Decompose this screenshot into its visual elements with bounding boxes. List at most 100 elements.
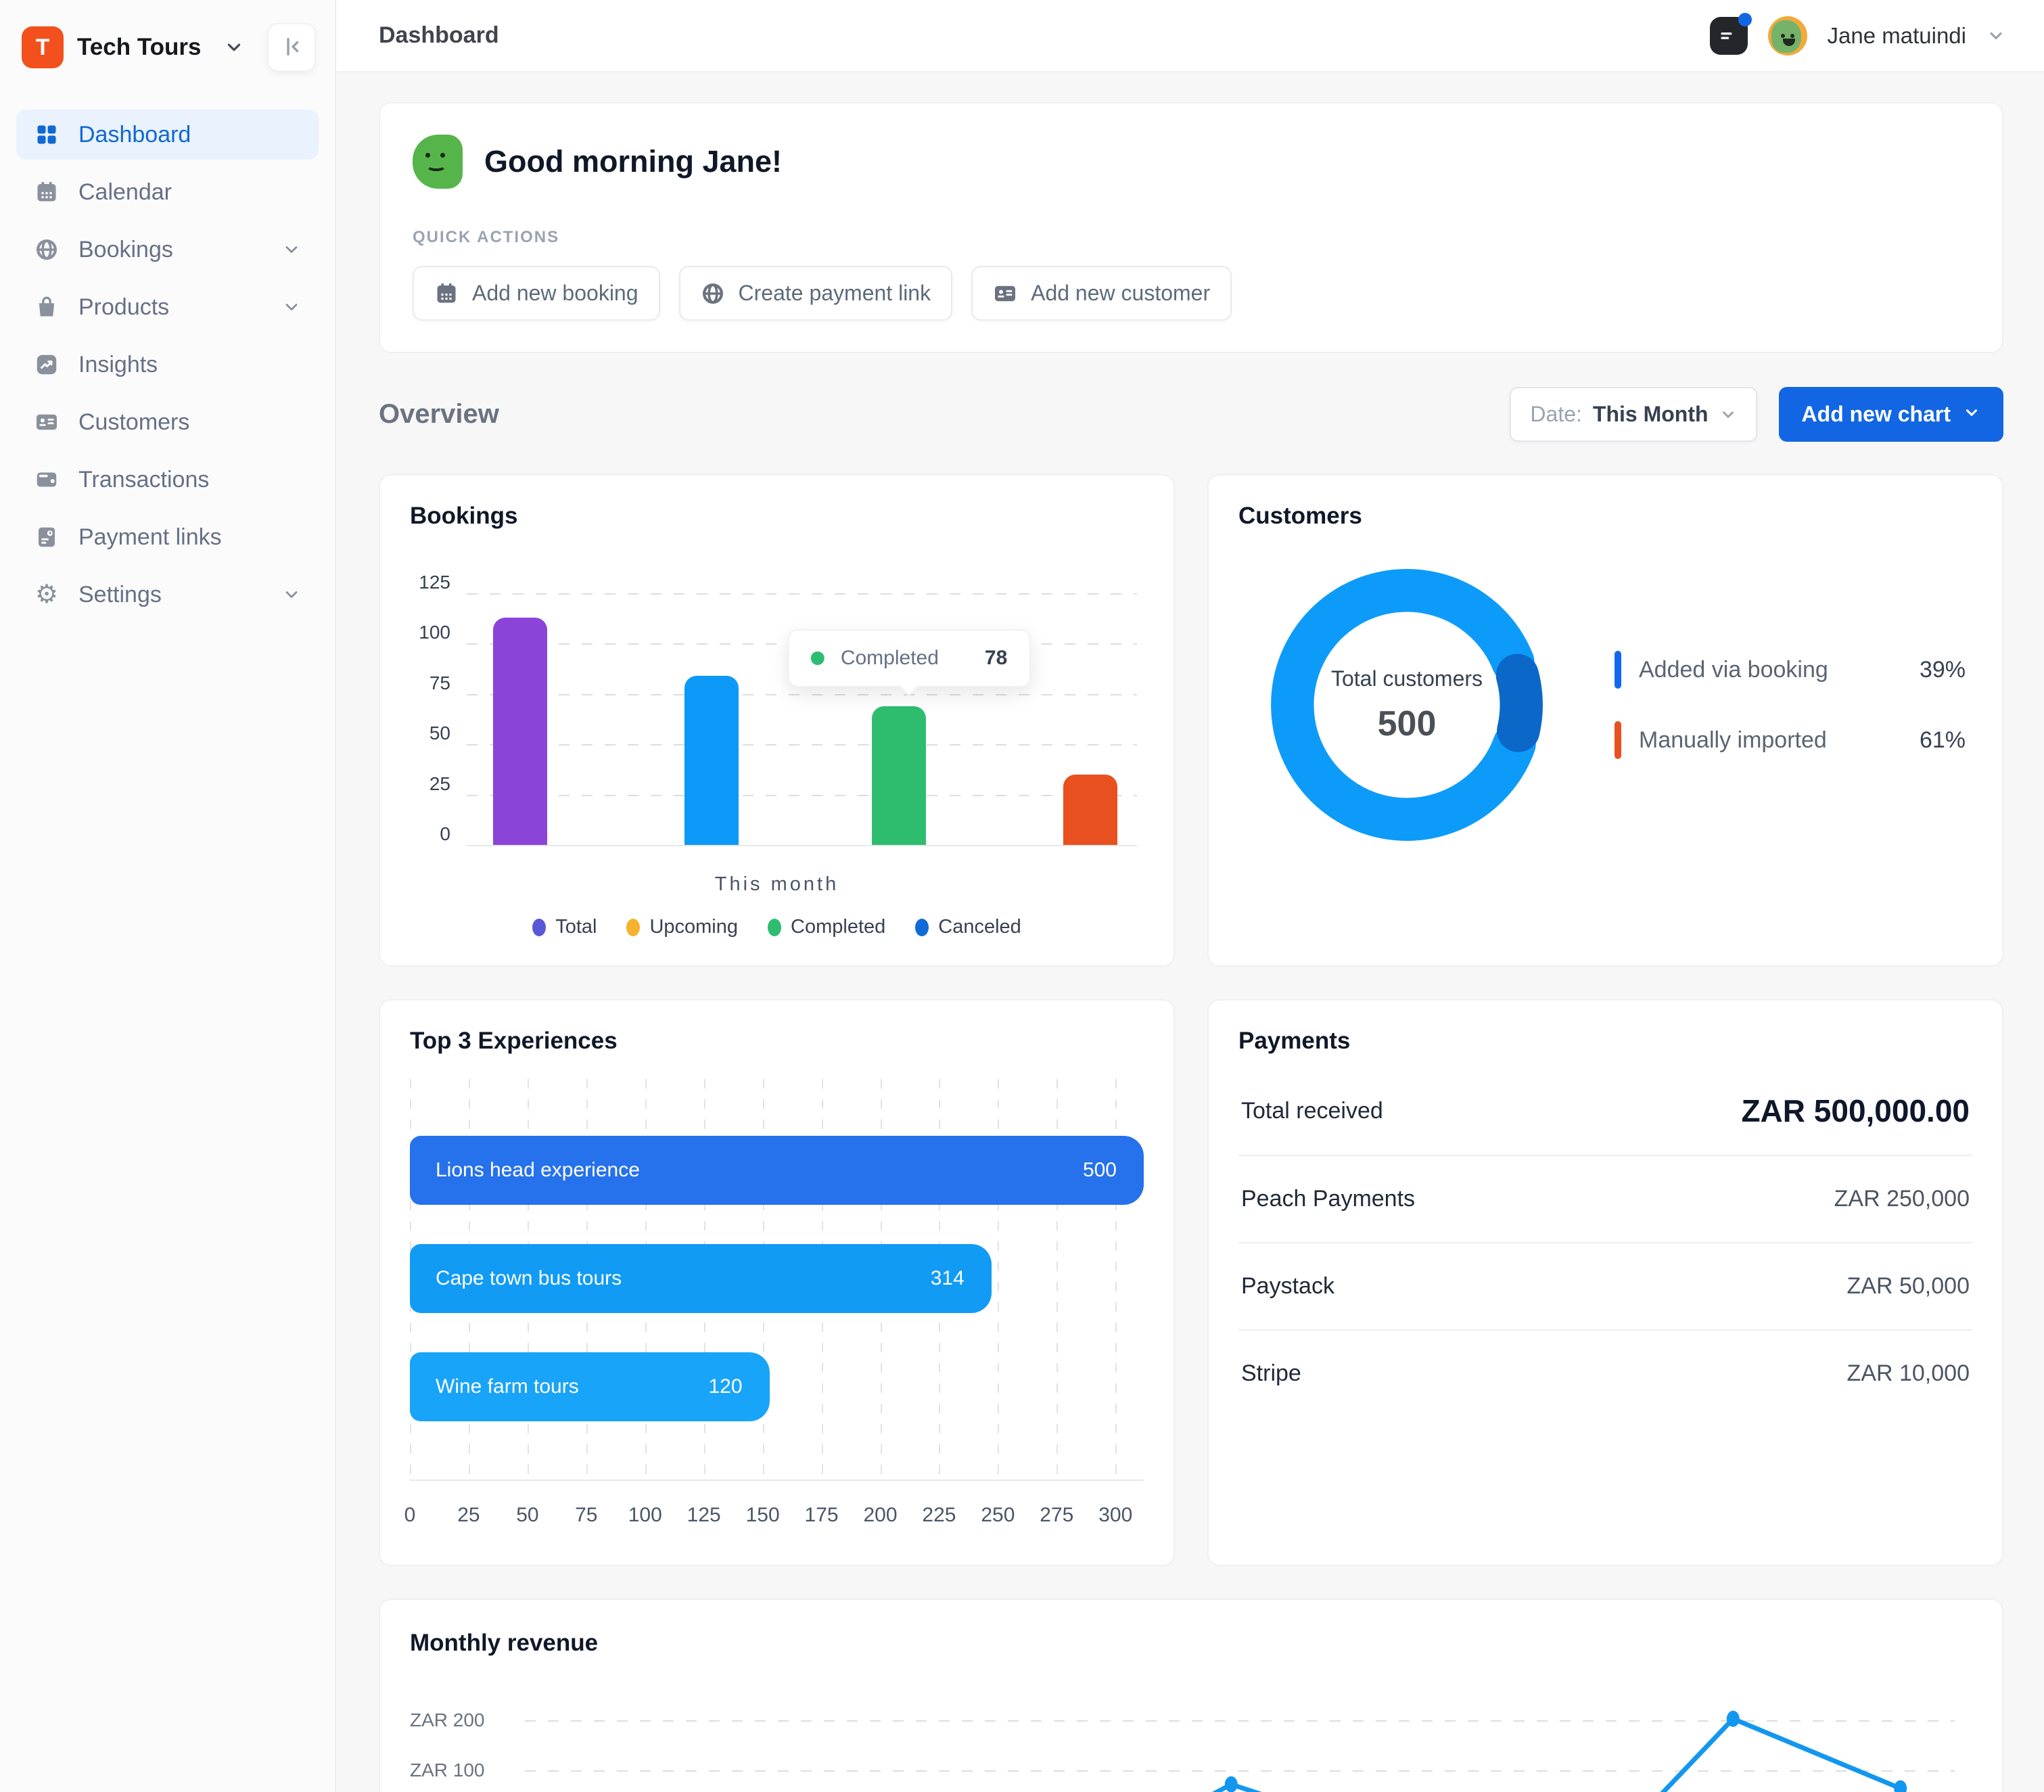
legend-value: 61% [1920,727,1966,754]
bookings-bar-completed[interactable] [872,706,926,845]
experience-bar-lions-head-experience[interactable]: Lions head experience500 [410,1136,1144,1205]
x-axis-tick-label: 275 [1040,1504,1073,1527]
x-axis-tick-label: 200 [863,1504,897,1527]
x-axis-tick-label: 50 [516,1504,538,1527]
workspace-switcher[interactable]: T Tech Tours [16,18,319,77]
monthly-revenue-title: Monthly revenue [410,1630,1972,1657]
quick-actions: Add new booking Create payment link Add ne… [413,266,1970,321]
brand-logo: T [22,26,64,68]
x-axis-tick-label: 300 [1098,1504,1132,1527]
customers-chart-card: Customers Total customers 500 Added via … [1207,474,2003,967]
sidebar-item-label: Payment links [78,524,222,551]
idcard-icon [34,409,60,435]
sidebar-item-label: Dashboard [78,122,191,148]
bookings-bar-upcoming[interactable] [684,676,739,845]
sidebar-collapse-button[interactable] [267,23,316,72]
brand-name: Tech Tours [77,34,201,61]
x-axis-tick-label: 25 [457,1504,480,1527]
calendar-icon [434,281,459,306]
sidebar-item-payment-links[interactable]: Payment links [16,512,319,562]
sidebar-item-dashboard[interactable]: Dashboard [16,110,319,160]
notification-dot [1738,13,1752,26]
x-axis-tick-label: 75 [575,1504,597,1527]
payments-card: Payments Total receivedZAR 500,000.00Pea… [1207,999,2003,1566]
idcard-icon [993,281,1017,306]
experience-bar-wine-farm-tours[interactable]: Wine farm tours 120 [410,1352,770,1421]
sidebar-item-label: Customers [78,409,189,436]
y-axis-tick-label: ZAR 100 [410,1760,505,1781]
top-experiences-title: Top 3 Experiences [410,1028,1144,1055]
x-axis-tick-label: 100 [628,1504,662,1527]
payment-row-total-received: Total receivedZAR 500,000.00 [1238,1067,1972,1156]
x-axis-tick-label: 250 [981,1504,1015,1527]
sidebar-item-label: Transactions [78,467,209,493]
chart-tooltip: Completed 78 [788,629,1030,687]
greeting-title: Good morning Jane! [484,144,782,179]
legend-item-total: Total [532,916,597,938]
collapse-panel-icon [280,35,303,60]
smiley-icon [413,135,463,189]
sidebar-item-label: Settings [78,582,162,608]
x-axis-tick-label: 125 [687,1504,721,1527]
legend-label: Added via booking [1639,657,1828,683]
sidebar-item-customers[interactable]: Customers [16,397,319,447]
date-filter-prefix: Date: [1530,402,1581,427]
chevron-down-icon [282,298,301,317]
tooltip-label: Completed [841,647,939,670]
legend-item-completed: Completed [768,916,885,938]
customers-donut-chart: Total customers 500 [1248,546,1566,864]
user-menu-chevron-icon[interactable] [1987,26,2005,45]
sidebar-item-insights[interactable]: Insights [16,340,319,390]
y-axis-tick-label: 25 [410,773,450,795]
avatar[interactable] [1768,16,1807,55]
y-axis-tick-label: 100 [410,622,450,643]
overview-title: Overview [379,399,499,430]
add-new-booking-button[interactable]: Add new booking [413,266,660,321]
quick-action-label: Add new booking [472,281,638,306]
bag-icon [34,294,60,320]
add-new-customer-button[interactable]: Add new customer [971,266,1232,321]
customers-chart-title: Customers [1238,503,1972,530]
chevron-down-icon [282,585,301,604]
bookings-bar-canceled[interactable] [1063,775,1117,845]
experience-value: 120 [708,1375,742,1398]
globe-icon [34,237,60,262]
legend-label: Manually imported [1639,727,1827,754]
sidebar-item-products[interactable]: Products [16,282,319,332]
payment-value: ZAR 250,000 [1834,1186,1970,1212]
donut-center-label: Total customers [1331,666,1483,691]
chevron-down-icon [224,37,244,58]
tooltip-value: 78 [985,647,1007,670]
date-filter-value: This Month [1593,402,1709,427]
payment-label: Peach Payments [1241,1186,1415,1212]
experience-label: Wine farm tours [436,1375,579,1398]
wallet-icon [34,467,60,492]
sidebar-item-calendar[interactable]: Calendar [16,167,319,217]
add-new-chart-button[interactable]: Add new chart [1779,387,2003,442]
top-experiences-x-axis: 0255075100125150175200225250275300 [410,1504,1144,1538]
calendar-icon [34,179,60,205]
customers-legend-added-via-booking: Added via booking39% [1615,651,1966,689]
sidebar-item-transactions[interactable]: Transactions [16,455,319,505]
quick-action-label: Add new customer [1031,281,1210,306]
receipt-icon [34,524,60,550]
experience-label: Lions head experience [436,1159,640,1182]
user-name: Jane matuindi [1828,23,1966,49]
notifications-button[interactable] [1710,17,1748,55]
chevron-down-icon [1963,402,1980,427]
y-axis-tick-label: 0 [410,823,450,845]
date-filter-select[interactable]: Date: This Month [1510,387,1757,442]
bookings-bar-total[interactable] [493,618,547,845]
sidebar: T Tech Tours Dashboard Calendar Bookings Pr… [0,0,336,1792]
experience-bar-cape-town-bus-tours[interactable]: Cape town bus tours314 [410,1244,992,1313]
sidebar-nav: Dashboard Calendar Bookings Products Insight… [16,110,319,620]
payment-value: ZAR 10,000 [1847,1360,1970,1387]
quick-actions-label: QUICK ACTIONS [413,228,1970,247]
sidebar-item-settings[interactable]: ⚙Settings [16,570,319,620]
sidebar-item-bookings[interactable]: Bookings [16,225,319,275]
y-axis-tick-label: 125 [410,572,450,593]
create-payment-link-button[interactable]: Create payment link [679,266,953,321]
y-axis-tick-label: 75 [410,672,450,694]
x-axis-tick-label: 175 [805,1504,839,1527]
page-title: Dashboard [379,22,499,49]
